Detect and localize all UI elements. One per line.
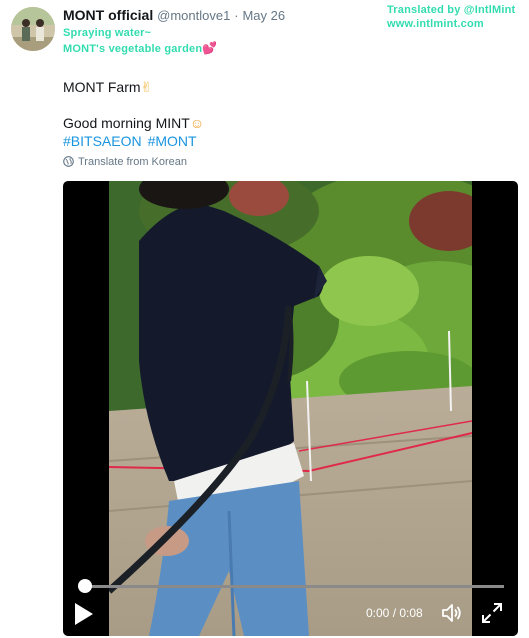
smiling-face-icon: ☺: [189, 115, 205, 131]
display-name[interactable]: MONT official: [63, 7, 153, 23]
progress-handle[interactable]: [78, 579, 93, 593]
user-handle[interactable]: @montlove1: [157, 8, 230, 23]
tweet-header: MONT official @montlove1 · May 26: [63, 6, 285, 25]
tweet-text-line1: MONT Farm✌: [63, 78, 152, 96]
hashtags: #BITSAEON #MONT: [63, 132, 203, 150]
hearts-icon: 💕: [202, 41, 218, 55]
tweet-text-morning: Good morning MINT: [63, 115, 190, 131]
overlay-credit-line1: Translated by @IntlMint: [387, 4, 516, 16]
overlay-caption-line1: Spraying water~: [63, 27, 152, 39]
video-still-image: [109, 181, 472, 636]
tweet-text-farm: MONT Farm: [63, 79, 141, 95]
avatar[interactable]: [11, 7, 55, 51]
translate-link[interactable]: Translate from Korean: [63, 156, 187, 168]
volume-icon[interactable]: [440, 601, 464, 625]
overlay-caption-text: MONT's vegetable garden: [63, 43, 203, 55]
hashtag-bitsaeon[interactable]: #BITSAEON: [63, 133, 142, 149]
progress-bar[interactable]: [78, 579, 504, 593]
video-player[interactable]: 0:00 / 0:08: [63, 181, 518, 636]
time-display: 0:00 / 0:08: [366, 606, 423, 620]
overlay-caption-line2: MONT's vegetable garden💕: [63, 41, 217, 55]
play-icon[interactable]: [73, 601, 95, 627]
tweet-date[interactable]: May 26: [242, 8, 285, 23]
hashtag-mont[interactable]: #MONT: [148, 133, 197, 149]
overlay-credit-line2: www.intlmint.com: [387, 18, 484, 30]
victory-hand-icon: ✌: [140, 79, 153, 95]
tweet-text-line2: Good morning MINT☺: [63, 114, 204, 132]
separator-dot: ·: [234, 8, 239, 23]
fullscreen-icon[interactable]: [480, 601, 504, 625]
globe-icon: [63, 156, 74, 167]
translate-link-text: Translate from Korean: [78, 156, 188, 168]
video-frame[interactable]: [109, 181, 472, 636]
